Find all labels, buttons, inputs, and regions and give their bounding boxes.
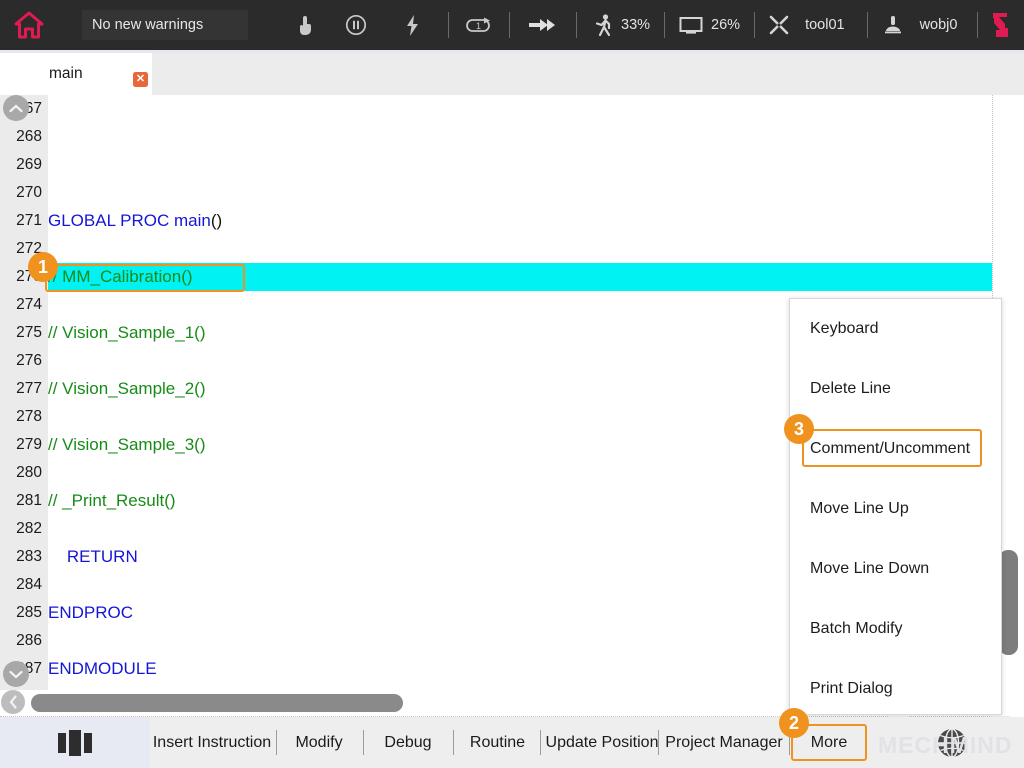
line-number: 282 <box>0 515 44 543</box>
toolbar-divider <box>664 12 665 38</box>
running-person-icon <box>587 0 621 50</box>
tab-label: main <box>49 65 83 83</box>
code-text: ENDMODULE <box>48 655 157 683</box>
code-text: // _Print_Result() <box>48 487 176 515</box>
code-text: // MM_Calibration() <box>48 263 193 291</box>
code-text: RETURN <box>48 543 138 571</box>
tools-icon <box>759 0 799 50</box>
line-number: 275 <box>0 319 44 347</box>
menu-item[interactable]: Delete Line <box>790 359 1001 419</box>
fast-forward-icon[interactable] <box>512 0 574 50</box>
code-text: // Vision_Sample_3() <box>48 431 206 459</box>
code-line[interactable]: 273// MM_Calibration() <box>0 263 992 291</box>
home-icon[interactable] <box>0 0 58 50</box>
horizontal-scrollbar-thumb[interactable] <box>31 694 403 712</box>
code-text: GLOBAL PROC main() <box>48 207 222 235</box>
line-number: 283 <box>0 543 44 571</box>
line-number: 277 <box>0 375 44 403</box>
annotation-badge: 3 <box>784 414 814 444</box>
bottom-button[interactable]: Modify <box>283 717 355 768</box>
monitor-icon <box>671 0 711 50</box>
bottom-divider <box>453 730 454 755</box>
line-number: 280 <box>0 459 44 487</box>
speed-value[interactable]: 33% <box>621 0 650 50</box>
lightning-bolt-icon[interactable] <box>384 0 440 50</box>
code-text: // Vision_Sample_1() <box>48 319 206 347</box>
code-parens: () <box>211 211 222 230</box>
pause-circle-icon[interactable] <box>328 0 384 50</box>
toolbar-divider <box>867 12 868 38</box>
watermark-text: MECHMIND <box>878 732 1013 759</box>
menu-item[interactable]: Move Line Up <box>790 479 1001 539</box>
tab-strip: main ✕ <box>0 50 1024 95</box>
bottom-divider <box>363 730 364 755</box>
line-number: 281 <box>0 487 44 515</box>
application-root: No new warnings 1 <box>0 0 1024 768</box>
chevron-down-icon[interactable] <box>3 661 29 687</box>
code-line[interactable]: 270 <box>0 179 992 207</box>
svg-text:1: 1 <box>476 21 481 31</box>
screen-value[interactable]: 26% <box>711 0 740 50</box>
bottom-divider <box>658 730 659 755</box>
bottom-button[interactable]: Update Position <box>545 717 659 768</box>
line-number: 270 <box>0 179 44 207</box>
toolbar-divider <box>754 12 755 38</box>
line-number: 268 <box>0 123 44 151</box>
line-number: 269 <box>0 151 44 179</box>
menu-item[interactable]: Move Line Down <box>790 539 1001 599</box>
cycle-once-icon[interactable]: 1 <box>451 0 507 50</box>
line-number: 284 <box>0 571 44 599</box>
warning-text: No new warnings <box>92 17 203 33</box>
robot-arm-icon[interactable] <box>980 0 1020 50</box>
annotation-badge: 1 <box>28 252 58 282</box>
chevron-up-icon[interactable] <box>3 95 29 121</box>
code-text: // Vision_Sample_2() <box>48 375 206 403</box>
bottom-divider <box>276 730 277 755</box>
code-keyword: GLOBAL PROC main <box>48 211 211 230</box>
bottom-toolbar: Insert InstructionModify Debug RoutineUpda… <box>0 717 1024 768</box>
app-grid-icon[interactable] <box>0 717 150 768</box>
top-toolbar: No new warnings 1 <box>0 0 1024 50</box>
toolbar-divider <box>509 12 510 38</box>
code-line[interactable]: 269 <box>0 151 992 179</box>
code-line[interactable]: 268 <box>0 123 992 151</box>
code-line[interactable]: 267 <box>0 95 992 123</box>
tab-main[interactable]: main ✕ <box>0 53 152 95</box>
line-number: 285 <box>0 599 44 627</box>
line-number: 279 <box>0 431 44 459</box>
toolbar-divider <box>977 12 978 38</box>
menu-item[interactable]: Batch Modify <box>790 599 1001 659</box>
line-number: 271 <box>0 207 44 235</box>
line-number: 276 <box>0 347 44 375</box>
warning-status[interactable]: No new warnings <box>82 10 248 40</box>
toolbar-divider <box>448 12 449 38</box>
code-line[interactable]: 272 <box>0 235 992 263</box>
bottom-button[interactable]: Project Manager <box>660 717 788 768</box>
line-number: 278 <box>0 403 44 431</box>
menu-item[interactable]: Keyboard <box>790 299 1001 359</box>
toolbar-divider <box>576 12 577 38</box>
context-menu: KeyboardDelete LineComment/UncommentMove… <box>789 298 1002 715</box>
bottom-divider <box>540 730 541 755</box>
bottom-button[interactable]: Debug <box>375 717 441 768</box>
line-number: 286 <box>0 627 44 655</box>
close-icon[interactable]: ✕ <box>133 72 148 87</box>
code-text: ENDPROC <box>48 599 133 627</box>
line-number: 274 <box>0 291 44 319</box>
tool-value[interactable]: tool01 <box>805 0 845 50</box>
workobject-icon <box>872 0 914 50</box>
annotation-badge: 2 <box>779 708 809 738</box>
hand-pointer-icon[interactable] <box>282 0 328 50</box>
code-line[interactable]: 271GLOBAL PROC main() <box>0 207 992 235</box>
chevron-left-icon[interactable] <box>1 690 25 714</box>
menu-item[interactable]: Comment/Uncomment <box>790 419 1001 479</box>
bottom-button[interactable]: Routine <box>461 717 534 768</box>
menu-item[interactable]: Print Dialog <box>790 659 1001 719</box>
bottom-button[interactable]: Insert Instruction <box>150 717 274 768</box>
wobj-value[interactable]: wobj0 <box>920 0 958 50</box>
